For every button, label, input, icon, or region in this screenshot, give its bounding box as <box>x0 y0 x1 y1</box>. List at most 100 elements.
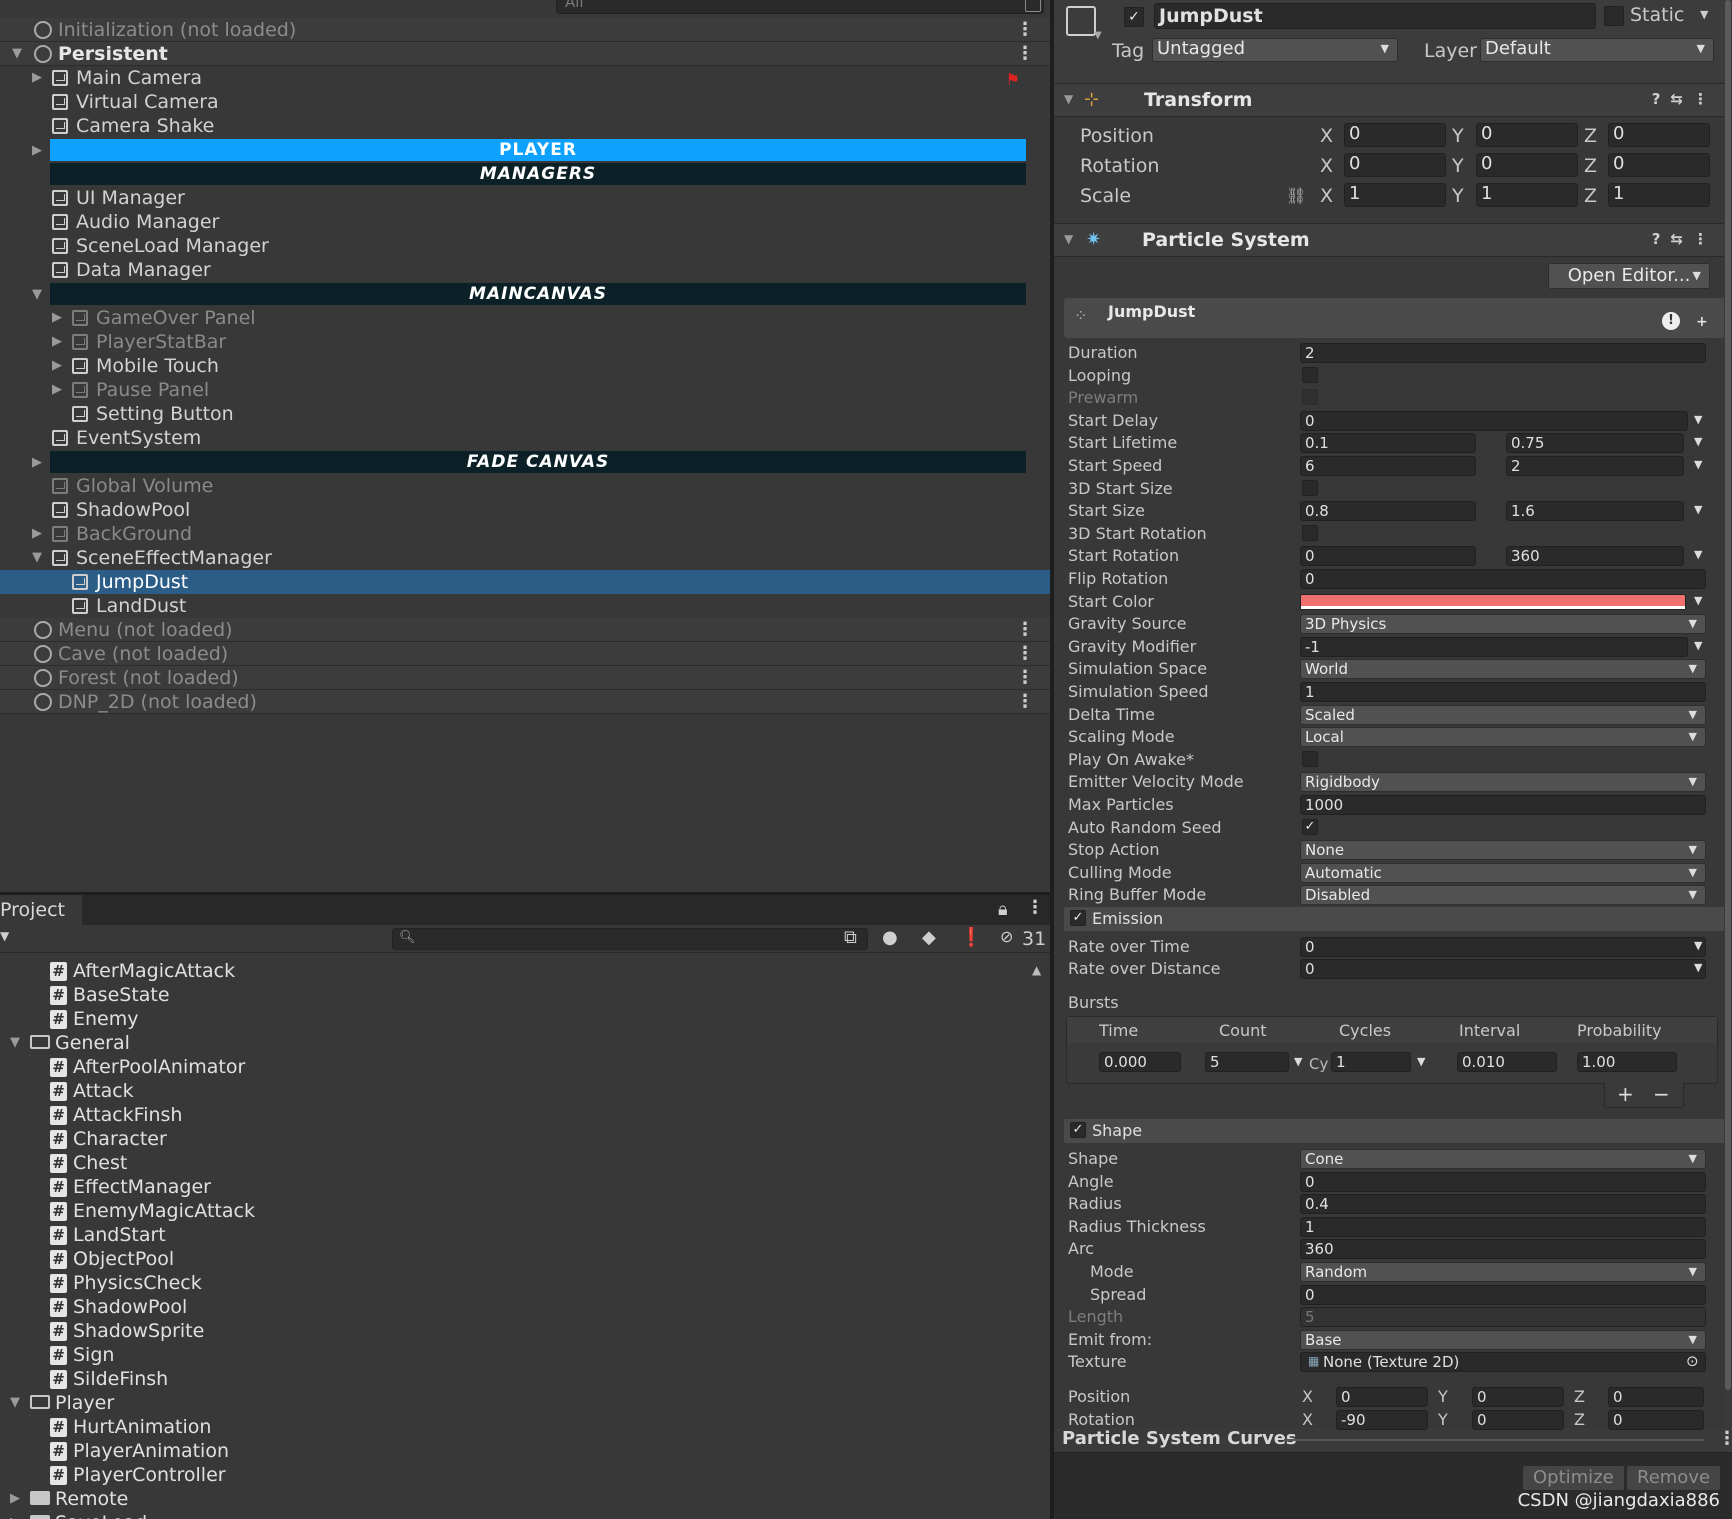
curve-mode-arrow-icon[interactable]: ▼ <box>1694 639 1702 652</box>
hierarchy-item[interactable]: SceneLoad Manager <box>0 234 1050 258</box>
start-size-max-field[interactable]: 1.6 <box>1506 501 1684 522</box>
hierarchy-item[interactable]: ▼ SceneEffectManager <box>0 546 1050 570</box>
add-burst-icon[interactable]: + <box>1617 1082 1634 1106</box>
shape-position-x-field[interactable]: 0 <box>1336 1387 1428 1407</box>
warning-filter-icon[interactable]: ❗ <box>960 927 982 948</box>
expand-arrow-icon[interactable]: ▶ <box>50 354 64 378</box>
gameobject-cube-icon[interactable] <box>1066 6 1096 36</box>
prewarm-checkbox[interactable] <box>1302 389 1318 406</box>
transform-scale-y-field[interactable]: 1 <box>1476 183 1578 207</box>
filter-by-type-icon[interactable]: ● <box>882 927 898 948</box>
burst-interval-field[interactable]: 0.010 <box>1457 1052 1557 1072</box>
shape-shape-dropdown[interactable]: Cone <box>1300 1149 1706 1169</box>
color-mode-arrow-icon[interactable]: ▼ <box>1694 594 1702 607</box>
curve-mode-arrow-icon[interactable]: ▼ <box>1694 458 1702 471</box>
kebab-menu-icon[interactable]: ⋮ <box>1026 897 1044 918</box>
expand-arrow-icon[interactable]: ▶ <box>10 1515 20 1519</box>
static-dropdown-icon[interactable]: ▼ <box>1700 8 1708 21</box>
scene-visibility-icon[interactable] <box>1025 0 1041 12</box>
project-item[interactable]: # ShadowSprite <box>50 1319 204 1343</box>
hierarchy-item[interactable]: ShadowPool <box>0 498 1050 522</box>
search-by-type-icon[interactable]: ⧉ <box>844 927 857 948</box>
info-warning-icon[interactable]: ! <box>1662 312 1680 330</box>
burst-cycles-field[interactable]: 1 <box>1331 1052 1411 1072</box>
fold-arrow-icon[interactable]: ▼ <box>1064 92 1073 106</box>
create-dropdown-icon[interactable]: ▼ <box>0 929 9 943</box>
start-rotation-max-field[interactable]: 360 <box>1506 546 1684 567</box>
transform-position-z-field[interactable]: 0 <box>1608 123 1710 147</box>
expand-arrow-icon[interactable]: ▼ <box>10 1035 20 1050</box>
scroll-up-arrow-icon[interactable]: ▲ <box>1032 963 1041 977</box>
start-speed-max-field[interactable]: 2 <box>1506 456 1684 476</box>
emission-checkbox[interactable]: ✓ <box>1070 910 1086 926</box>
project-item[interactable]: General <box>30 1031 130 1055</box>
layer-dropdown[interactable]: Default <box>1480 38 1714 62</box>
filter-by-label-icon[interactable]: ◆ <box>922 927 936 948</box>
expand-arrow-icon[interactable]: ▶ <box>30 522 44 546</box>
burst-count-field[interactable]: 5 <box>1205 1052 1289 1072</box>
shape-length-field[interactable]: 5 <box>1300 1307 1706 1328</box>
project-item[interactable]: # PlayerAnimation <box>50 1439 229 1463</box>
start-rotation-min-field[interactable]: 0 <box>1300 546 1476 567</box>
shape-module-header[interactable]: ✓ Shape <box>1064 1119 1726 1143</box>
transform-rotation-y-field[interactable]: 0 <box>1476 153 1578 177</box>
active-checkbox[interactable]: ✓ <box>1124 7 1144 27</box>
hierarchy-item[interactable]: ▶ Mobile Touch <box>0 354 1050 378</box>
expand-arrow-icon[interactable]: ▼ <box>30 283 44 307</box>
stop-action-dropdown[interactable]: None <box>1300 840 1706 861</box>
kebab-menu-icon[interactable]: ⋮ <box>1016 642 1034 666</box>
scene-row[interactable]: Cave (not loaded) ⋮ <box>0 642 1050 666</box>
count-mode-arrow-icon[interactable]: ▼ <box>1294 1055 1302 1068</box>
tab-project[interactable]: Project <box>0 895 82 925</box>
lock-icon[interactable]: 🔒︎ <box>998 899 1008 920</box>
hierarchy-item[interactable]: Virtual Camera <box>0 90 1050 114</box>
remove-button[interactable]: Remove <box>1626 1465 1722 1491</box>
shape-spread-field[interactable]: 0 <box>1300 1284 1706 1305</box>
rate-over-time-field[interactable]: 0 <box>1300 937 1706 957</box>
start-lifetime-max-field[interactable]: 0.75 <box>1506 433 1684 454</box>
transform-scale-x-field[interactable]: 1 <box>1344 183 1446 207</box>
burst-probability-field[interactable]: 1.00 <box>1577 1052 1677 1072</box>
hierarchy-item[interactable]: Data Manager <box>0 258 1050 282</box>
hierarchy-item[interactable]: ▶ GameOver Panel <box>0 306 1050 330</box>
hidden-packages-icon[interactable]: ⊘ <box>1000 927 1013 946</box>
play-on-awake--checkbox[interactable] <box>1302 750 1318 767</box>
curve-mode-arrow-icon[interactable]: ▼ <box>1694 503 1702 516</box>
hierarchy-item[interactable]: UI Manager <box>0 186 1050 210</box>
main-module-header[interactable]: ⁘ JumpDust ! + <box>1064 298 1726 338</box>
scene-row[interactable]: DNP_2D (not loaded) ⋮ <box>0 690 1050 714</box>
curve-mode-arrow-icon[interactable]: ▼ <box>1694 961 1702 974</box>
icon-dropdown-icon[interactable]: ▼ <box>1094 30 1102 41</box>
kebab-menu-icon[interactable]: ⋮ <box>1016 690 1034 714</box>
kebab-menu-icon[interactable]: ⋮ <box>1016 618 1034 642</box>
shape-emit-from--dropdown[interactable]: Base <box>1300 1329 1706 1350</box>
transform-position-x-field[interactable]: 0 <box>1344 123 1446 147</box>
project-item[interactable]: # LandStart <box>50 1223 166 1247</box>
hierarchy-item[interactable]: Audio Manager <box>0 210 1050 234</box>
scene-row[interactable]: ▼ Persistent ⋮ <box>0 42 1050 66</box>
scaling-mode-dropdown[interactable]: Local <box>1300 727 1706 748</box>
cycles-mode-arrow-icon[interactable]: ▼ <box>1417 1055 1425 1068</box>
3d-start-rotation-checkbox[interactable] <box>1302 524 1318 541</box>
optimize-button[interactable]: Optimize <box>1522 1465 1625 1491</box>
hierarchy-item[interactable]: ▶ PlayerStatBar <box>0 330 1050 354</box>
auto-random-seed-checkbox[interactable]: ✓ <box>1302 818 1318 835</box>
project-item[interactable]: # AttackFinsh <box>50 1103 182 1127</box>
hierarchy-item[interactable]: Setting Button <box>0 402 1050 426</box>
kebab-menu-icon[interactable]: ⋮ <box>1016 18 1034 42</box>
ring-buffer-mode-dropdown[interactable]: Disabled <box>1300 885 1706 906</box>
start-color-color-swatch[interactable] <box>1300 593 1686 610</box>
transform-position-y-field[interactable]: 0 <box>1476 123 1578 147</box>
project-item[interactable]: # HurtAnimation <box>50 1415 211 1439</box>
project-item[interactable]: # BaseState <box>50 983 170 1007</box>
section-header-maincanvas[interactable]: MAINCANVAS <box>50 283 1026 305</box>
start-size-min-field[interactable]: 0.8 <box>1300 501 1476 522</box>
project-item[interactable]: # AfterPoolAnimator <box>50 1055 245 1079</box>
transform-header[interactable]: ▼ ⊹ Transform ?⇆⋮ <box>1054 83 1732 117</box>
expand-arrow-icon[interactable]: ▼ <box>10 1395 20 1410</box>
culling-mode-dropdown[interactable]: Automatic <box>1300 862 1706 883</box>
start-lifetime-min-field[interactable]: 0.1 <box>1300 433 1476 454</box>
expand-arrow-icon[interactable]: ▶ <box>30 66 44 90</box>
project-item[interactable]: # SildeFinsh <box>50 1367 168 1391</box>
curves-panel-header[interactable]: Particle System Curves ⋮ <box>1054 1428 1732 1452</box>
